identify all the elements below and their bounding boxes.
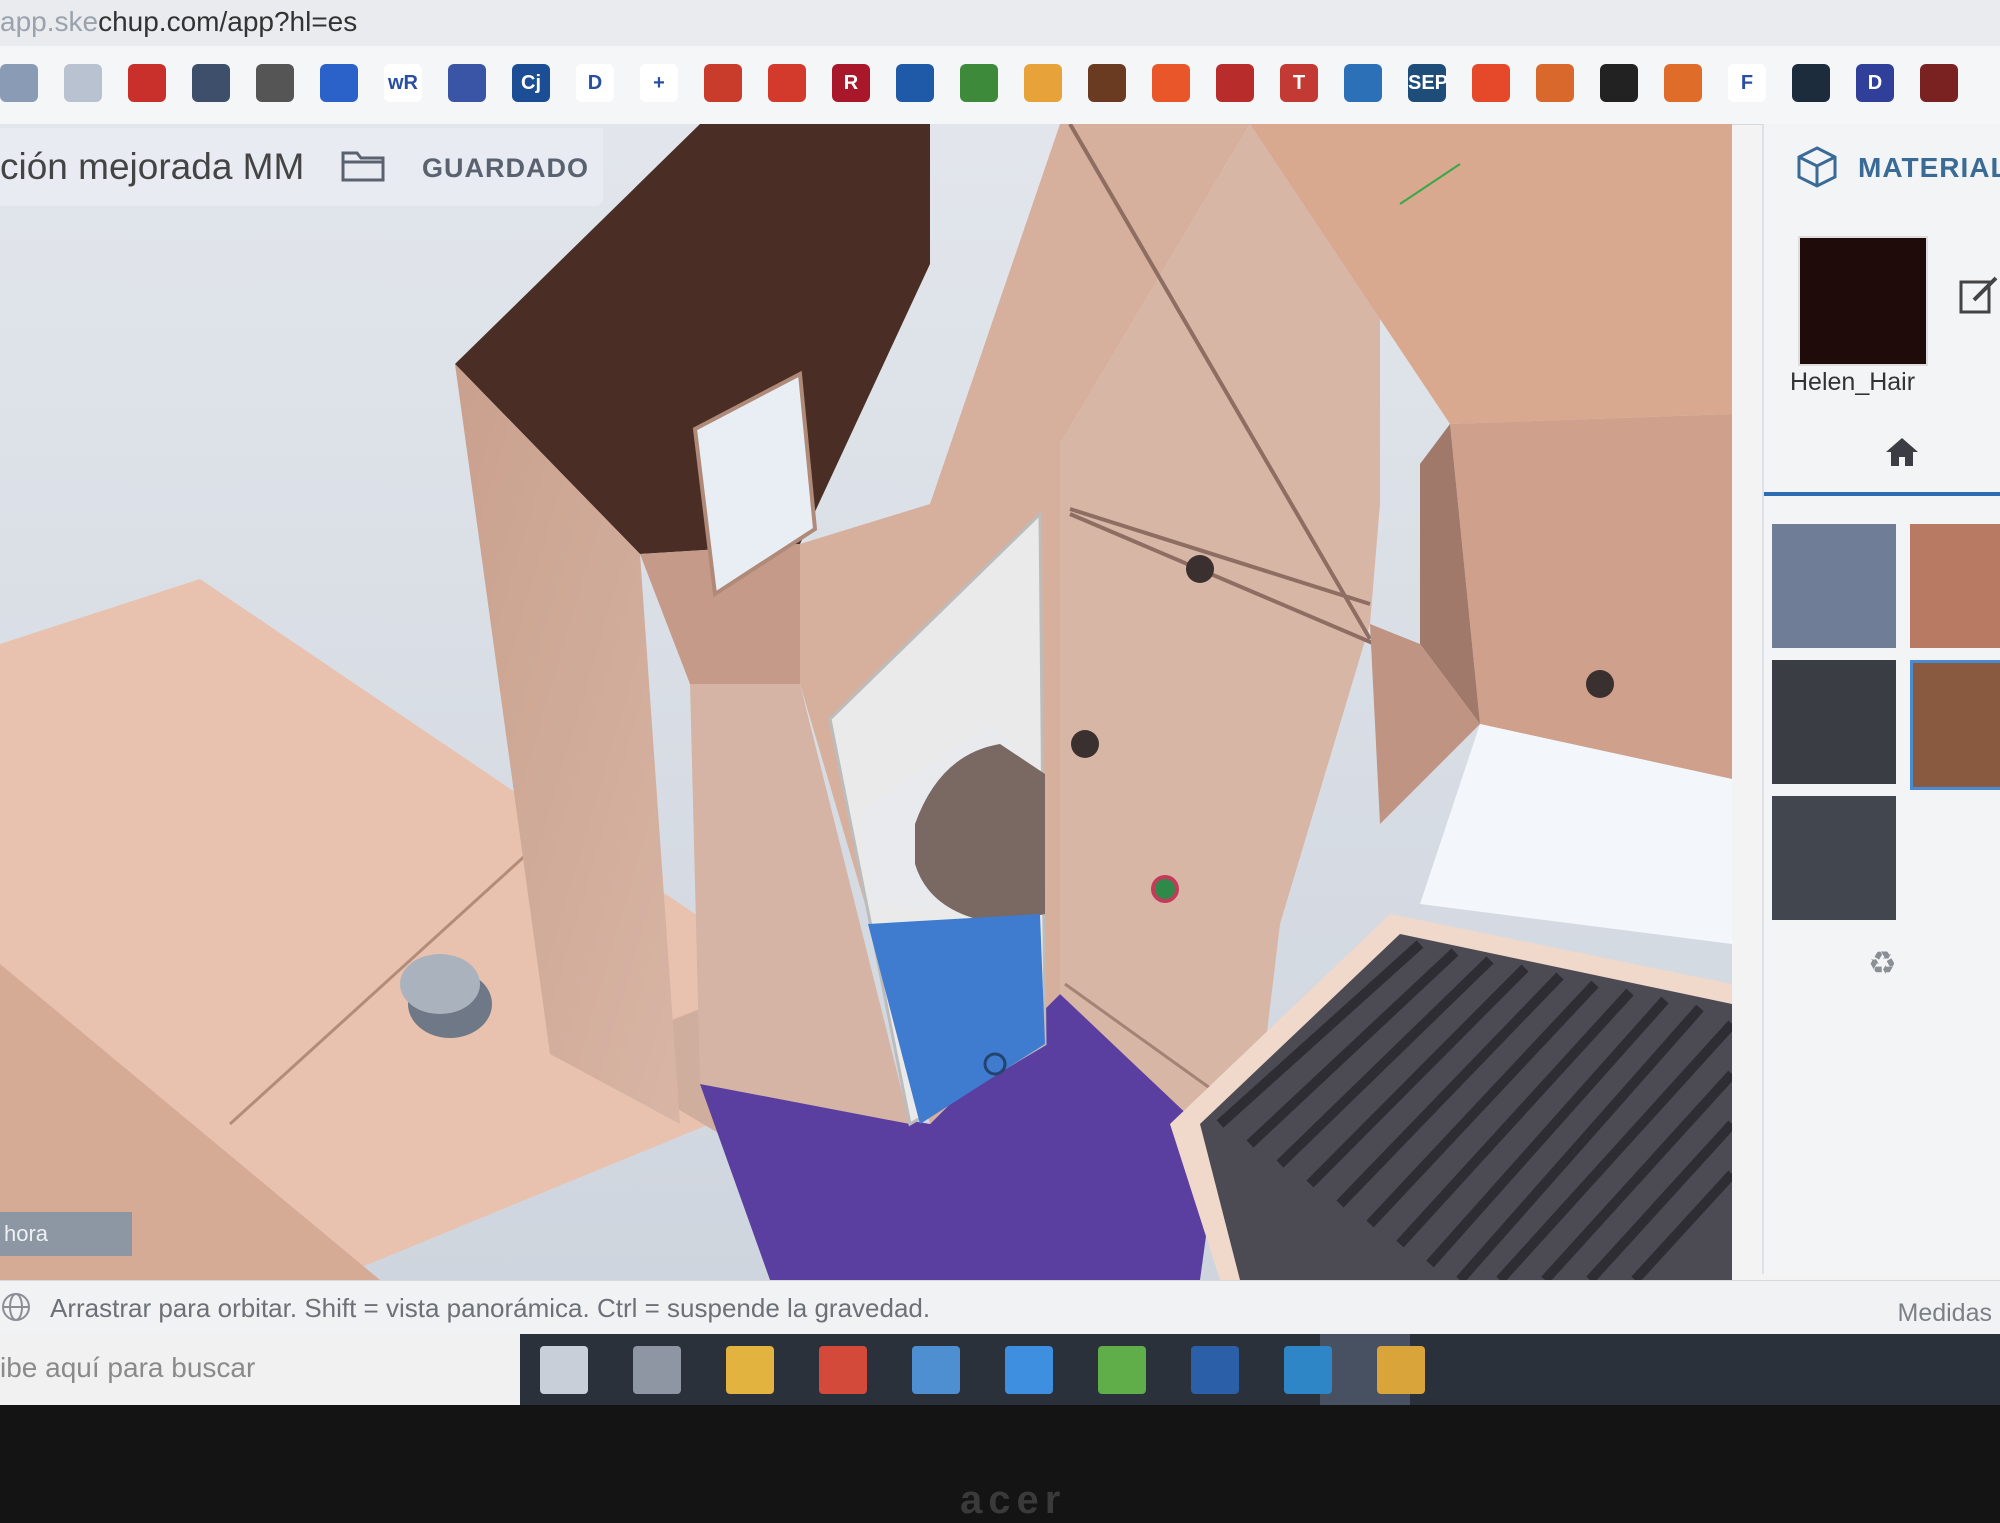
dropbox-icon[interactable] xyxy=(1005,1346,1053,1394)
laptop-brand-logo: acer xyxy=(960,1478,1067,1522)
selected-material-name: Helen_Hair xyxy=(1790,368,1916,396)
globe-icon xyxy=(2,1293,30,1321)
bookmark-22-icon[interactable] xyxy=(1344,64,1382,102)
windows-taskbar: ibe aquí para buscar xyxy=(0,1334,2000,1405)
materials-panel-title: MATERIALE xyxy=(1858,152,2000,183)
top-cabinet-side xyxy=(1450,414,1732,779)
bookmarks-bar: wR Cj D + R T SEP F D xyxy=(0,46,2000,125)
model-name[interactable]: ción mejorada MM xyxy=(0,146,304,188)
network-app-icon[interactable] xyxy=(1284,1346,1332,1394)
bookmark-2-icon[interactable] xyxy=(64,64,102,102)
materials-cube-icon xyxy=(1797,146,1837,188)
material-swatch-2[interactable] xyxy=(1910,524,2000,648)
material-swatch-1[interactable] xyxy=(1772,524,1896,648)
bookmark-19-icon[interactable] xyxy=(1152,64,1190,102)
task-view-icon[interactable] xyxy=(540,1346,588,1394)
bookmark-5-icon[interactable] xyxy=(256,64,294,102)
bookmark-26-icon[interactable] xyxy=(1600,64,1638,102)
url-text[interactable]: app.skechup.com/app?hl=es xyxy=(0,6,357,38)
bookmark-3-icon[interactable] xyxy=(128,64,166,102)
edit-material-icon[interactable] xyxy=(1958,274,2000,316)
bookmark-12-icon[interactable] xyxy=(704,64,742,102)
material-swatch-4[interactable] xyxy=(1910,660,2000,790)
status-hint: Arrastrar para orbitar. Shift = vista pa… xyxy=(50,1293,931,1323)
bookmark-4-icon[interactable] xyxy=(192,64,230,102)
bookmark-20-icon[interactable] xyxy=(1216,64,1254,102)
recycle-icon[interactable]: ♻ xyxy=(1868,944,1897,982)
bookmark-8-icon[interactable] xyxy=(448,64,486,102)
bookmark-15-icon[interactable] xyxy=(896,64,934,102)
bookmark-11-icon[interactable]: + xyxy=(640,64,678,102)
orbit-cursor-icon xyxy=(1151,875,1179,903)
taskbar-apps xyxy=(520,1334,2000,1405)
saved-status: GUARDADO xyxy=(422,153,589,183)
bookmark-1-icon[interactable] xyxy=(0,64,38,102)
edge-icon[interactable] xyxy=(912,1346,960,1394)
bookmark-14-icon[interactable]: R xyxy=(832,64,870,102)
photoshop-icon[interactable] xyxy=(1191,1346,1239,1394)
bookmark-13-icon[interactable] xyxy=(768,64,806,102)
cylinder-top xyxy=(400,954,480,1014)
panel-divider xyxy=(1764,492,2000,496)
spreadsheet-app-icon[interactable] xyxy=(1098,1346,1146,1394)
bookmark-21-icon[interactable]: T xyxy=(1280,64,1318,102)
bookmark-6-icon[interactable] xyxy=(320,64,358,102)
taskbar-search[interactable]: ibe aquí para buscar xyxy=(0,1334,520,1405)
bookmark-24-icon[interactable] xyxy=(1472,64,1510,102)
file-explorer-icon[interactable] xyxy=(726,1346,774,1394)
url-path: chup.com/app?hl=es xyxy=(98,6,358,37)
calculator-icon[interactable] xyxy=(633,1346,681,1394)
status-bar: Arrastrar para orbitar. Shift = vista pa… xyxy=(0,1280,2000,1335)
bookmark-25-icon[interactable] xyxy=(1536,64,1574,102)
bookmark-9-icon[interactable]: Cj xyxy=(512,64,550,102)
bookmark-7-icon[interactable]: wR xyxy=(384,64,422,102)
model-title-bar: ción mejorada MM GUARDADO xyxy=(0,128,603,206)
bookmark-23-icon[interactable]: SEP xyxy=(1408,64,1446,102)
bookmark-28-icon[interactable]: F xyxy=(1728,64,1766,102)
closet-knob-middle xyxy=(1071,730,1099,758)
folder-icon[interactable] xyxy=(340,147,386,183)
bookmark-29-icon[interactable] xyxy=(1792,64,1830,102)
taskbar-search-placeholder: ibe aquí para buscar xyxy=(0,1352,256,1383)
chrome-icon[interactable] xyxy=(819,1346,867,1394)
bookmark-10-icon[interactable]: D xyxy=(576,64,614,102)
address-bar[interactable]: app.skechup.com/app?hl=es xyxy=(0,0,2000,46)
selected-material-swatch[interactable] xyxy=(1798,236,1928,366)
left-tab[interactable]: hora xyxy=(0,1212,132,1256)
sketchup-icon[interactable] xyxy=(1377,1346,1425,1394)
closet-knob-upper xyxy=(1186,555,1214,583)
material-swatch-5[interactable] xyxy=(1772,796,1896,920)
material-swatch-3[interactable] xyxy=(1772,660,1896,784)
bookmark-27-icon[interactable] xyxy=(1664,64,1702,102)
materials-panel: MATERIALE Helen_Hair ♻ xyxy=(1762,124,2000,1274)
url-prefix: app.ske xyxy=(0,6,99,37)
measures-label[interactable]: Medidas xyxy=(1898,1299,1993,1328)
model-scene[interactable] xyxy=(0,124,1732,1280)
bookmark-16-icon[interactable] xyxy=(960,64,998,102)
bookmark-18-icon[interactable] xyxy=(1088,64,1126,102)
bookmark-31-icon[interactable] xyxy=(1920,64,1958,102)
screen: app.skechup.com/app?hl=es wR Cj D + R T SEP F D xyxy=(0,0,2000,1405)
home-icon[interactable] xyxy=(1884,436,1920,468)
3d-viewport[interactable] xyxy=(0,124,1732,1280)
bookmark-17-icon[interactable] xyxy=(1024,64,1062,102)
top-cabinet-knob xyxy=(1586,670,1614,698)
bookmark-30-icon[interactable]: D xyxy=(1856,64,1894,102)
